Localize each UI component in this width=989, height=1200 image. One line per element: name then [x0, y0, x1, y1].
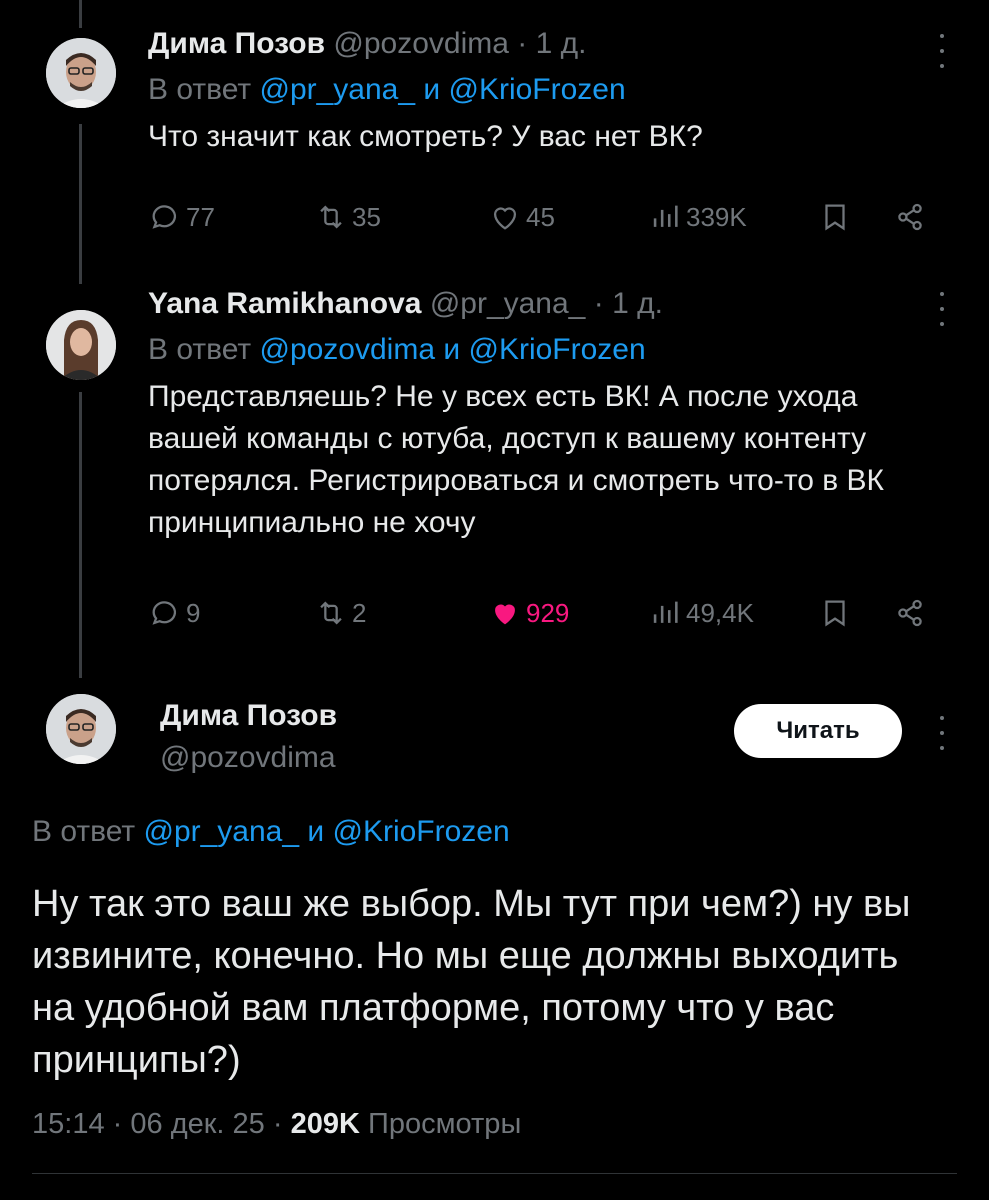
views-count: 339K — [686, 201, 747, 232]
divider — [32, 1173, 957, 1174]
reply-prefix: В ответ — [32, 815, 136, 848]
avatar[interactable] — [46, 310, 116, 380]
like-button[interactable]: 45 — [488, 195, 555, 239]
tweet-meta: 15:14 · 06 дек. 25 · 209K Просмотры — [32, 1108, 521, 1141]
reply-icon — [152, 601, 177, 625]
reply-prefix: В ответ — [148, 333, 252, 366]
tweet-1[interactable]: Дима Позов @pozovdima · 1 д. В ответ @pr… — [148, 26, 949, 158]
retweet-icon — [320, 205, 342, 229]
follow-button[interactable]: Читать — [734, 704, 902, 758]
retweet-icon — [320, 601, 342, 625]
reply-count: 9 — [186, 597, 201, 628]
author-handle[interactable]: @pozovdima — [160, 740, 336, 776]
bookmark-button[interactable] — [818, 591, 856, 635]
tweet-header: Yana Ramikhanova @pr_yana_ · 1 д. — [148, 286, 949, 322]
retweet-button[interactable]: 2 — [314, 591, 366, 635]
reply-button[interactable]: 9 — [148, 591, 200, 635]
thread-line-top — [79, 0, 82, 28]
like-icon — [493, 207, 517, 230]
tweet-text: Ну так это ваш же выбор. Мы тут при чем?… — [32, 883, 911, 1081]
views-icon — [653, 205, 678, 227]
share-button[interactable] — [893, 195, 931, 239]
more-icon[interactable] — [935, 34, 949, 68]
bookmark-icon — [825, 600, 845, 627]
bookmark-button[interactable] — [818, 195, 856, 239]
mention-link[interactable]: @KrioFrozen — [468, 333, 645, 366]
reply-and: и — [443, 333, 461, 366]
tweet-2[interactable]: Yana Ramikhanova @pr_yana_ · 1 д. В отве… — [148, 286, 949, 544]
author-name[interactable]: Дима Позов — [160, 698, 337, 734]
share-icon — [898, 599, 922, 627]
share-icon — [898, 203, 922, 231]
tweet-time[interactable]: 1 д. — [536, 27, 587, 60]
retweet-button[interactable]: 35 — [314, 195, 381, 239]
thread-line-2 — [79, 392, 82, 678]
retweet-count: 2 — [352, 597, 367, 628]
avatar[interactable] — [46, 38, 116, 108]
mention-link[interactable]: @KrioFrozen — [333, 815, 510, 848]
meta-separator: · — [112, 1108, 123, 1140]
share-button[interactable] — [893, 591, 931, 635]
reply-count: 77 — [186, 201, 215, 232]
avatar-photo-dima — [46, 38, 116, 108]
views-count: 49,4K — [686, 597, 754, 628]
like-count: 45 — [526, 201, 555, 232]
more-icon[interactable] — [935, 292, 949, 326]
author-name[interactable]: Дима Позов — [148, 27, 325, 60]
mention-link[interactable]: @KrioFrozen — [449, 73, 626, 106]
like-icon — [495, 604, 515, 625]
avatar-photo-yana — [46, 310, 116, 380]
author-name[interactable]: Yana Ramikhanova — [148, 287, 421, 320]
mention-link[interactable]: @pozovdima — [259, 333, 435, 366]
tweet-header: Дима Позов @pozovdima · 1 д. — [148, 26, 949, 62]
mention-link[interactable]: @pr_yana_ — [143, 815, 299, 848]
reply-and: и — [307, 815, 325, 848]
views-button[interactable]: 49,4K — [648, 591, 754, 635]
mention-link[interactable]: @pr_yana_ — [259, 73, 415, 106]
retweet-count: 35 — [352, 201, 381, 232]
views-count: 209K — [290, 1108, 360, 1140]
reply-to: В ответ @pr_yana_ и @KrioFrozen — [32, 814, 510, 850]
like-count: 929 — [526, 597, 570, 628]
reply-to: В ответ @pozovdima и @KrioFrozen — [148, 332, 949, 368]
time-separator: · — [593, 287, 604, 320]
tweet-text: Что значит как смотреть? У вас нет ВК? — [148, 120, 703, 153]
tweet-time[interactable]: 1 д. — [612, 287, 663, 320]
author-handle[interactable]: @pr_yana_ — [430, 287, 586, 320]
author-handle[interactable]: @pozovdima — [333, 27, 509, 60]
tweet-time[interactable]: 15:14 — [32, 1108, 105, 1140]
views-label: Просмотры — [368, 1108, 522, 1140]
more-icon[interactable] — [935, 716, 949, 750]
views-icon — [653, 601, 678, 623]
tweet-actions: 9 2 929 49,4K — [148, 591, 949, 635]
time-separator: · — [517, 27, 528, 60]
bookmark-icon — [825, 204, 845, 231]
reply-button[interactable]: 77 — [148, 195, 215, 239]
thread-line-1 — [79, 124, 82, 284]
reply-prefix: В ответ — [148, 73, 252, 106]
reply-to: В ответ @pr_yana_ и @KrioFrozen — [148, 72, 949, 108]
avatar[interactable] — [46, 694, 116, 764]
reply-and: и — [423, 73, 441, 106]
tweet-date[interactable]: 06 дек. 25 — [130, 1108, 264, 1140]
like-button[interactable]: 929 — [488, 591, 569, 635]
avatar-photo-dima — [46, 694, 116, 764]
views-button[interactable]: 339K — [648, 195, 747, 239]
reply-icon — [152, 205, 177, 229]
tweet-text: Представляешь? Не у всех есть ВК! А посл… — [148, 380, 885, 539]
meta-separator: · — [272, 1108, 283, 1140]
tweet-actions: 77 35 45 339K — [148, 195, 949, 239]
